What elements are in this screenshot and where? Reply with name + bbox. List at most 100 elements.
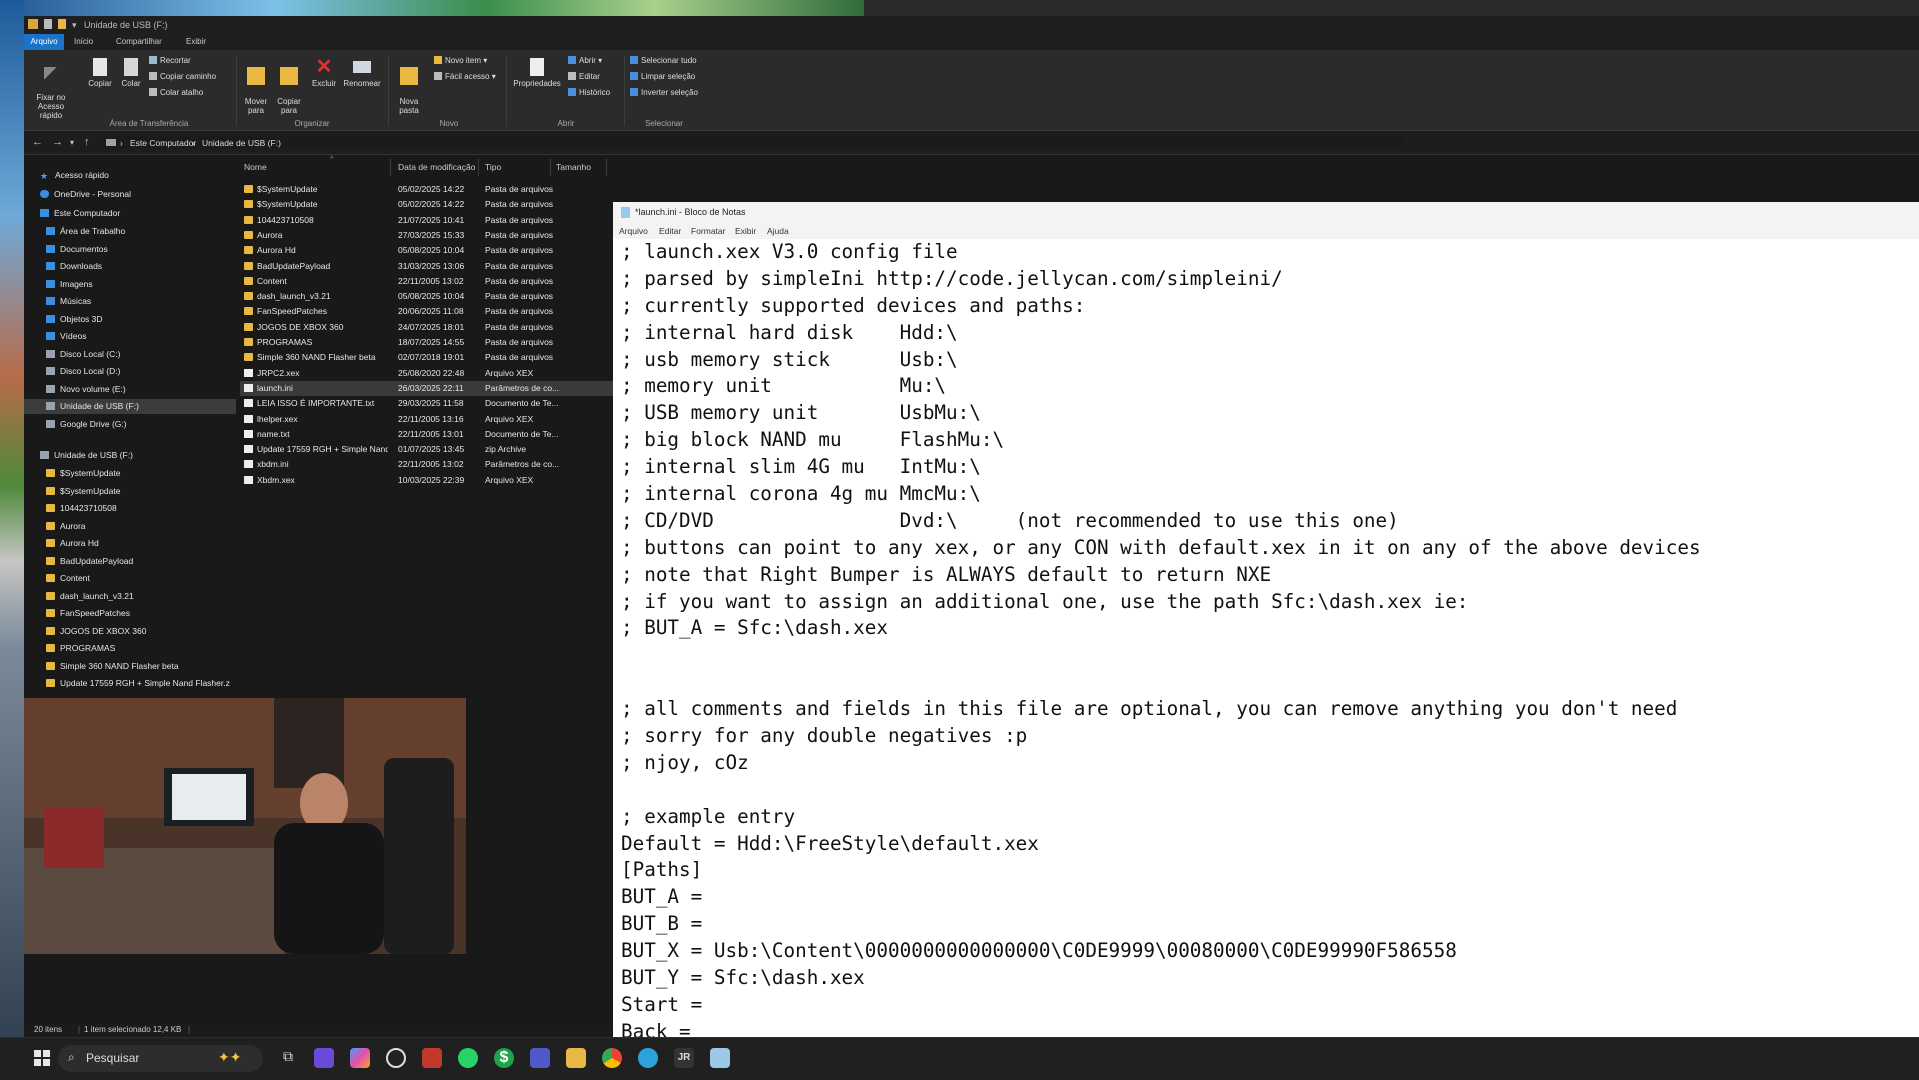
table-row[interactable]: launch.ini 26/03/2025 22:11 Parâmetros de … bbox=[240, 380, 630, 396]
table-row[interactable]: JOGOS DE XBOX 360 24/07/2025 18:01 Pasta d… bbox=[240, 320, 630, 335]
nav-usb-item[interactable]: Update 17559 RGH + Simple Nand Flasher.z bbox=[46, 676, 230, 691]
back-arrow-icon[interactable]: ← bbox=[32, 136, 43, 148]
table-row[interactable]: Update 17559 RGH + Simple Nand Flashe...… bbox=[240, 442, 630, 457]
nav-pc-item[interactable]: Downloads bbox=[24, 259, 236, 274]
table-row[interactable]: Aurora 27/03/2025 15:33 Pasta de arquivos bbox=[240, 228, 630, 243]
nav-pc-item[interactable]: Google Drive (G:) bbox=[24, 417, 236, 432]
edit-button[interactable]: Editar bbox=[568, 72, 600, 81]
start-icon[interactable] bbox=[32, 1048, 52, 1068]
jr-icon[interactable]: JR bbox=[674, 1048, 694, 1068]
nav-pc-item[interactable]: Unidade de USB (F:) bbox=[24, 399, 236, 414]
new-folder-button[interactable]: Nova pasta bbox=[394, 58, 424, 115]
new-folder-quick-icon[interactable] bbox=[58, 19, 66, 29]
paste-button[interactable]: Colar bbox=[118, 58, 144, 88]
money-icon[interactable]: $ bbox=[494, 1048, 514, 1068]
rename-button[interactable]: Renomear bbox=[342, 58, 382, 88]
nav-usb-item[interactable]: BadUpdatePayload bbox=[46, 554, 133, 569]
menu-editar[interactable]: Editar bbox=[659, 226, 681, 236]
nav-pc-item[interactable]: Músicas bbox=[24, 294, 236, 309]
history-button[interactable]: Histórico bbox=[568, 88, 610, 97]
table-row[interactable]: Aurora Hd 05/08/2025 10:04 Pasta de arquiv… bbox=[240, 243, 630, 258]
nav-pc-item[interactable]: Objetos 3D bbox=[24, 312, 236, 327]
teams-icon[interactable] bbox=[314, 1048, 334, 1068]
invert-selection-button[interactable]: Inverter seleção bbox=[630, 88, 698, 97]
tab-inicio[interactable]: Início bbox=[74, 37, 93, 46]
table-row[interactable]: BadUpdatePayload 31/03/2025 13:06 Pasta de… bbox=[240, 259, 630, 274]
nav-pc-item[interactable]: Disco Local (D:) bbox=[24, 364, 236, 379]
nav-usb-item[interactable]: Aurora Hd bbox=[46, 536, 99, 551]
table-row[interactable]: PROGRAMAS 18/07/2025 14:55 Pasta de arquiv… bbox=[240, 335, 630, 350]
telegram-icon[interactable] bbox=[638, 1048, 658, 1068]
nav-pc-item[interactable]: Documentos bbox=[24, 242, 236, 257]
table-row[interactable]: lhelper.xex 22/11/2005 13:16 Arquivo XEX bbox=[240, 412, 630, 427]
new-item-button[interactable]: Novo item ▾ bbox=[434, 56, 487, 65]
copilot-app-icon[interactable] bbox=[350, 1048, 370, 1068]
file-explorer-icon[interactable] bbox=[566, 1048, 586, 1068]
whatsapp-icon[interactable] bbox=[458, 1048, 478, 1068]
column-separator[interactable] bbox=[606, 158, 607, 176]
move-to-button[interactable]: Mover para bbox=[242, 58, 270, 115]
menu-exibir[interactable]: Exibir bbox=[735, 226, 756, 236]
forward-arrow-icon[interactable]: → bbox=[52, 136, 63, 148]
recent-dropdown-icon[interactable]: ▾ bbox=[70, 138, 74, 147]
copy-button[interactable]: Copiar bbox=[86, 58, 114, 88]
col-name[interactable]: Nome bbox=[244, 162, 267, 172]
table-row[interactable]: xbdm.ini 22/11/2005 13:02 Parâmetros de co… bbox=[240, 457, 630, 472]
column-separator[interactable] bbox=[478, 158, 479, 176]
open-button[interactable]: Abrir ▾ bbox=[568, 56, 602, 65]
notepad-text-area[interactable]: ; launch.xex V3.0 config file ; parsed by… bbox=[621, 239, 1911, 1038]
nav-usb-item[interactable]: 104423710508 bbox=[46, 501, 117, 516]
clear-selection-button[interactable]: Limpar seleção bbox=[630, 72, 695, 81]
nav-usb-item[interactable]: $SystemUpdate bbox=[46, 484, 120, 499]
delete-button[interactable]: ✕ Excluir bbox=[310, 57, 338, 88]
breadcrumb-usb[interactable]: Unidade de USB (F:) bbox=[202, 138, 281, 148]
tab-arquivo[interactable]: Arquivo bbox=[24, 34, 64, 50]
tab-compartilhar[interactable]: Compartilhar bbox=[116, 37, 162, 46]
breadcrumb-this-pc[interactable]: Este Computador bbox=[130, 138, 196, 148]
tool-icon[interactable] bbox=[422, 1048, 442, 1068]
table-row[interactable]: FanSpeedPatches 20/06/2025 11:08 Pasta de … bbox=[240, 304, 630, 319]
nav-usb-item[interactable]: Aurora bbox=[46, 519, 86, 534]
properties-button[interactable]: Propriedades bbox=[510, 58, 564, 88]
table-row[interactable]: LEIA ISSO É IMPORTANTE.txt 29/03/2025 11:… bbox=[240, 396, 630, 411]
nav-pc-item[interactable]: Novo volume (E:) bbox=[24, 382, 236, 397]
table-row[interactable]: Content 22/11/2005 13:02 Pasta de arquivos bbox=[240, 274, 630, 289]
nav-this-pc[interactable]: Este Computador bbox=[40, 206, 120, 221]
nav-usb-root[interactable]: Unidade de USB (F:) bbox=[40, 448, 133, 463]
table-row[interactable]: name.txt 22/11/2005 13:01 Documento de Te.… bbox=[240, 427, 630, 442]
nav-pc-item[interactable]: Vídeos bbox=[24, 329, 236, 344]
quick-access-dropdown-icon[interactable]: ▾ bbox=[72, 20, 77, 31]
table-row[interactable]: dash_launch_v3.21 05/08/2025 10:04 Pasta d… bbox=[240, 289, 630, 304]
taskbar-search[interactable]: ⌕ Pesquisar ✦✦ bbox=[58, 1045, 263, 1072]
copy-path-button[interactable]: Copiar caminho bbox=[149, 72, 216, 81]
col-type[interactable]: Tipo bbox=[485, 162, 501, 172]
nav-usb-item[interactable]: Simple 360 NAND Flasher beta bbox=[46, 659, 179, 674]
nav-pc-item[interactable]: Imagens bbox=[24, 277, 236, 292]
table-row[interactable]: 104423710508 21/07/2025 10:41 Pasta de arq… bbox=[240, 213, 630, 228]
nav-pc-item[interactable]: Área de Trabalho bbox=[24, 224, 236, 239]
properties-quick-icon[interactable] bbox=[44, 19, 52, 29]
nav-onedrive[interactable]: OneDrive - Personal bbox=[40, 187, 131, 202]
menu-ajuda[interactable]: Ajuda bbox=[767, 226, 789, 236]
nav-usb-item[interactable]: Content bbox=[46, 571, 90, 586]
cut-button[interactable]: Recortar bbox=[149, 56, 191, 65]
col-size[interactable]: Tamanho bbox=[556, 162, 591, 172]
notepad-icon[interactable] bbox=[710, 1048, 730, 1068]
tab-exibir[interactable]: Exibir bbox=[186, 37, 206, 46]
nav-usb-item[interactable]: PROGRAMAS bbox=[46, 641, 115, 656]
teams-chat-icon[interactable] bbox=[530, 1048, 550, 1068]
menu-arquivo[interactable]: Arquivo bbox=[619, 226, 648, 236]
nav-usb-item[interactable]: $SystemUpdate bbox=[46, 466, 120, 481]
select-all-button[interactable]: Selecionar tudo bbox=[630, 56, 697, 65]
column-separator[interactable] bbox=[390, 158, 391, 176]
task-view-icon[interactable]: ⧉ bbox=[278, 1048, 298, 1068]
easy-access-button[interactable]: Fácil acesso ▾ bbox=[434, 72, 496, 81]
table-row[interactable]: Xbdm.xex 10/03/2025 22:39 Arquivo XEX bbox=[240, 473, 630, 488]
obs-icon[interactable] bbox=[386, 1048, 406, 1068]
nav-usb-item[interactable]: JOGOS DE XBOX 360 bbox=[46, 624, 146, 639]
copy-to-button[interactable]: Copiar para bbox=[274, 58, 304, 115]
up-arrow-icon[interactable]: ↑ bbox=[84, 136, 90, 148]
table-row[interactable]: JRPC2.xex 25/08/2020 22:48 Arquivo XEX bbox=[240, 366, 630, 381]
table-row[interactable]: $SystemUpdate 05/02/2025 14:22 Pasta de ar… bbox=[240, 182, 630, 197]
menu-formatar[interactable]: Formatar bbox=[691, 226, 725, 236]
